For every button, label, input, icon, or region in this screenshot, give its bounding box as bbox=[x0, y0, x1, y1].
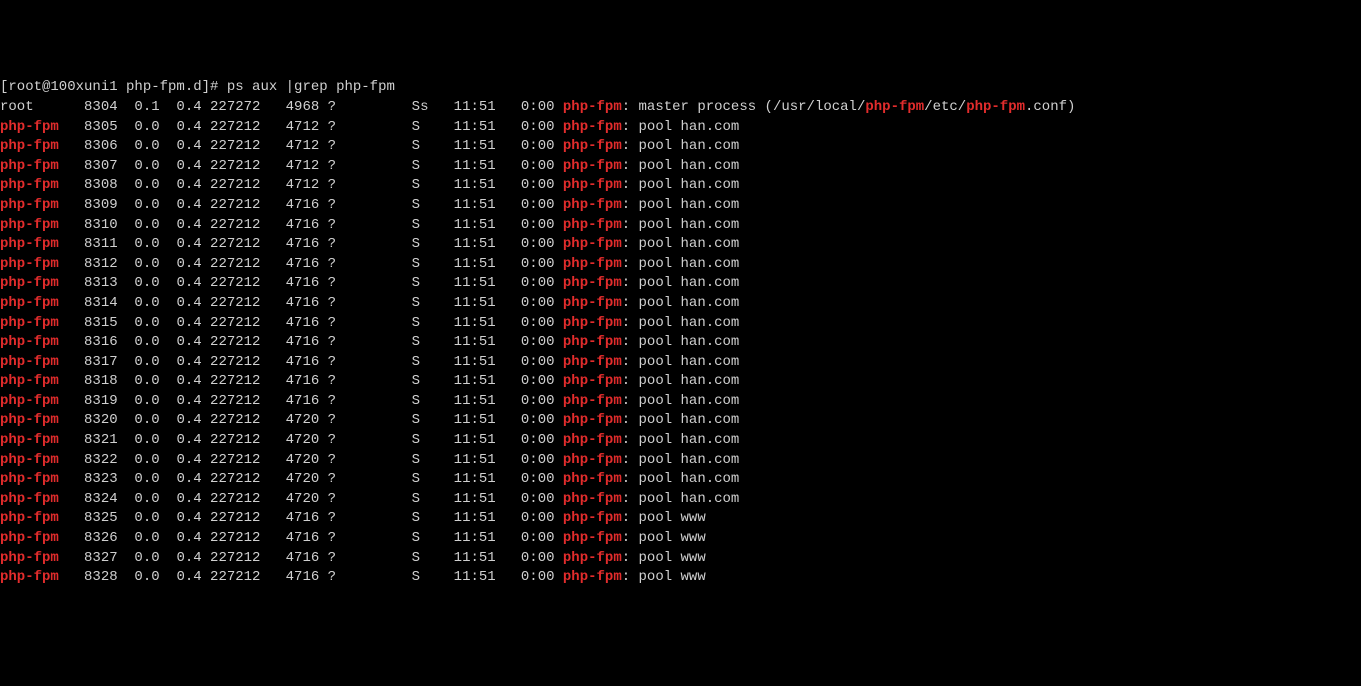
process-row: php-fpm 8308 0.0 0.4 227212 4712 ? S 11:… bbox=[0, 176, 1361, 196]
process-row: php-fpm 8316 0.0 0.4 227212 4716 ? S 11:… bbox=[0, 333, 1361, 353]
process-row: php-fpm 8309 0.0 0.4 227212 4716 ? S 11:… bbox=[0, 196, 1361, 216]
process-row: php-fpm 8324 0.0 0.4 227212 4720 ? S 11:… bbox=[0, 490, 1361, 510]
process-row-master: root 8304 0.1 0.4 227272 4968 ? Ss 11:51… bbox=[0, 98, 1361, 118]
process-row: php-fpm 8311 0.0 0.4 227212 4716 ? S 11:… bbox=[0, 235, 1361, 255]
process-row: php-fpm 8307 0.0 0.4 227212 4712 ? S 11:… bbox=[0, 157, 1361, 177]
process-row: php-fpm 8322 0.0 0.4 227212 4720 ? S 11:… bbox=[0, 451, 1361, 471]
terminal-output[interactable]: [root@100xuni1 php-fpm.d]# ps aux |grep … bbox=[0, 78, 1361, 587]
process-row: php-fpm 8326 0.0 0.4 227212 4716 ? S 11:… bbox=[0, 529, 1361, 549]
process-row: php-fpm 8315 0.0 0.4 227212 4716 ? S 11:… bbox=[0, 314, 1361, 334]
process-row: php-fpm 8306 0.0 0.4 227212 4712 ? S 11:… bbox=[0, 137, 1361, 157]
process-row: php-fpm 8317 0.0 0.4 227212 4716 ? S 11:… bbox=[0, 353, 1361, 373]
process-row: php-fpm 8327 0.0 0.4 227212 4716 ? S 11:… bbox=[0, 549, 1361, 569]
prompt-line[interactable]: [root@100xuni1 php-fpm.d]# ps aux |grep … bbox=[0, 78, 1361, 98]
process-row: php-fpm 8328 0.0 0.4 227212 4716 ? S 11:… bbox=[0, 568, 1361, 588]
process-row: php-fpm 8325 0.0 0.4 227212 4716 ? S 11:… bbox=[0, 509, 1361, 529]
process-row: php-fpm 8321 0.0 0.4 227212 4720 ? S 11:… bbox=[0, 431, 1361, 451]
process-row: php-fpm 8313 0.0 0.4 227212 4716 ? S 11:… bbox=[0, 274, 1361, 294]
process-row: php-fpm 8319 0.0 0.4 227212 4716 ? S 11:… bbox=[0, 392, 1361, 412]
process-row: php-fpm 8314 0.0 0.4 227212 4716 ? S 11:… bbox=[0, 294, 1361, 314]
process-row: php-fpm 8323 0.0 0.4 227212 4720 ? S 11:… bbox=[0, 470, 1361, 490]
process-row: php-fpm 8320 0.0 0.4 227212 4720 ? S 11:… bbox=[0, 411, 1361, 431]
process-row: php-fpm 8312 0.0 0.4 227212 4716 ? S 11:… bbox=[0, 255, 1361, 275]
process-row: php-fpm 8310 0.0 0.4 227212 4716 ? S 11:… bbox=[0, 216, 1361, 236]
process-row: php-fpm 8318 0.0 0.4 227212 4716 ? S 11:… bbox=[0, 372, 1361, 392]
process-row: php-fpm 8305 0.0 0.4 227212 4712 ? S 11:… bbox=[0, 118, 1361, 138]
